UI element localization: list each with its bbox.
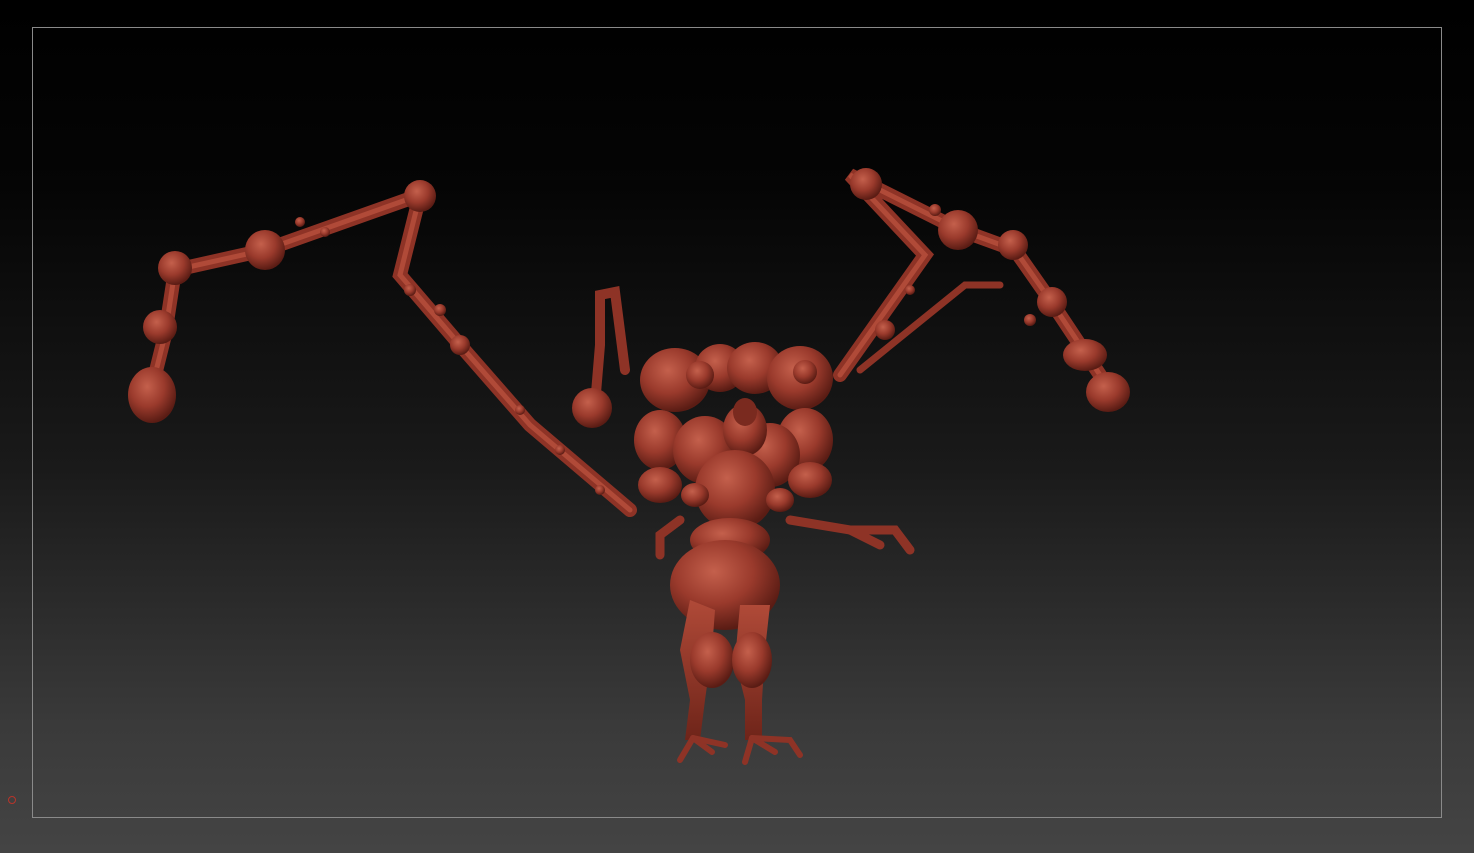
left-wing-joints bbox=[128, 180, 605, 495]
left-wing bbox=[143, 184, 637, 517]
left-front-limb bbox=[572, 286, 630, 428]
creature-model[interactable] bbox=[0, 0, 1474, 853]
feet bbox=[677, 735, 803, 765]
legs bbox=[670, 540, 780, 740]
zbrush-viewport[interactable] bbox=[0, 0, 1474, 853]
axis-gizmo-icon bbox=[8, 796, 16, 804]
